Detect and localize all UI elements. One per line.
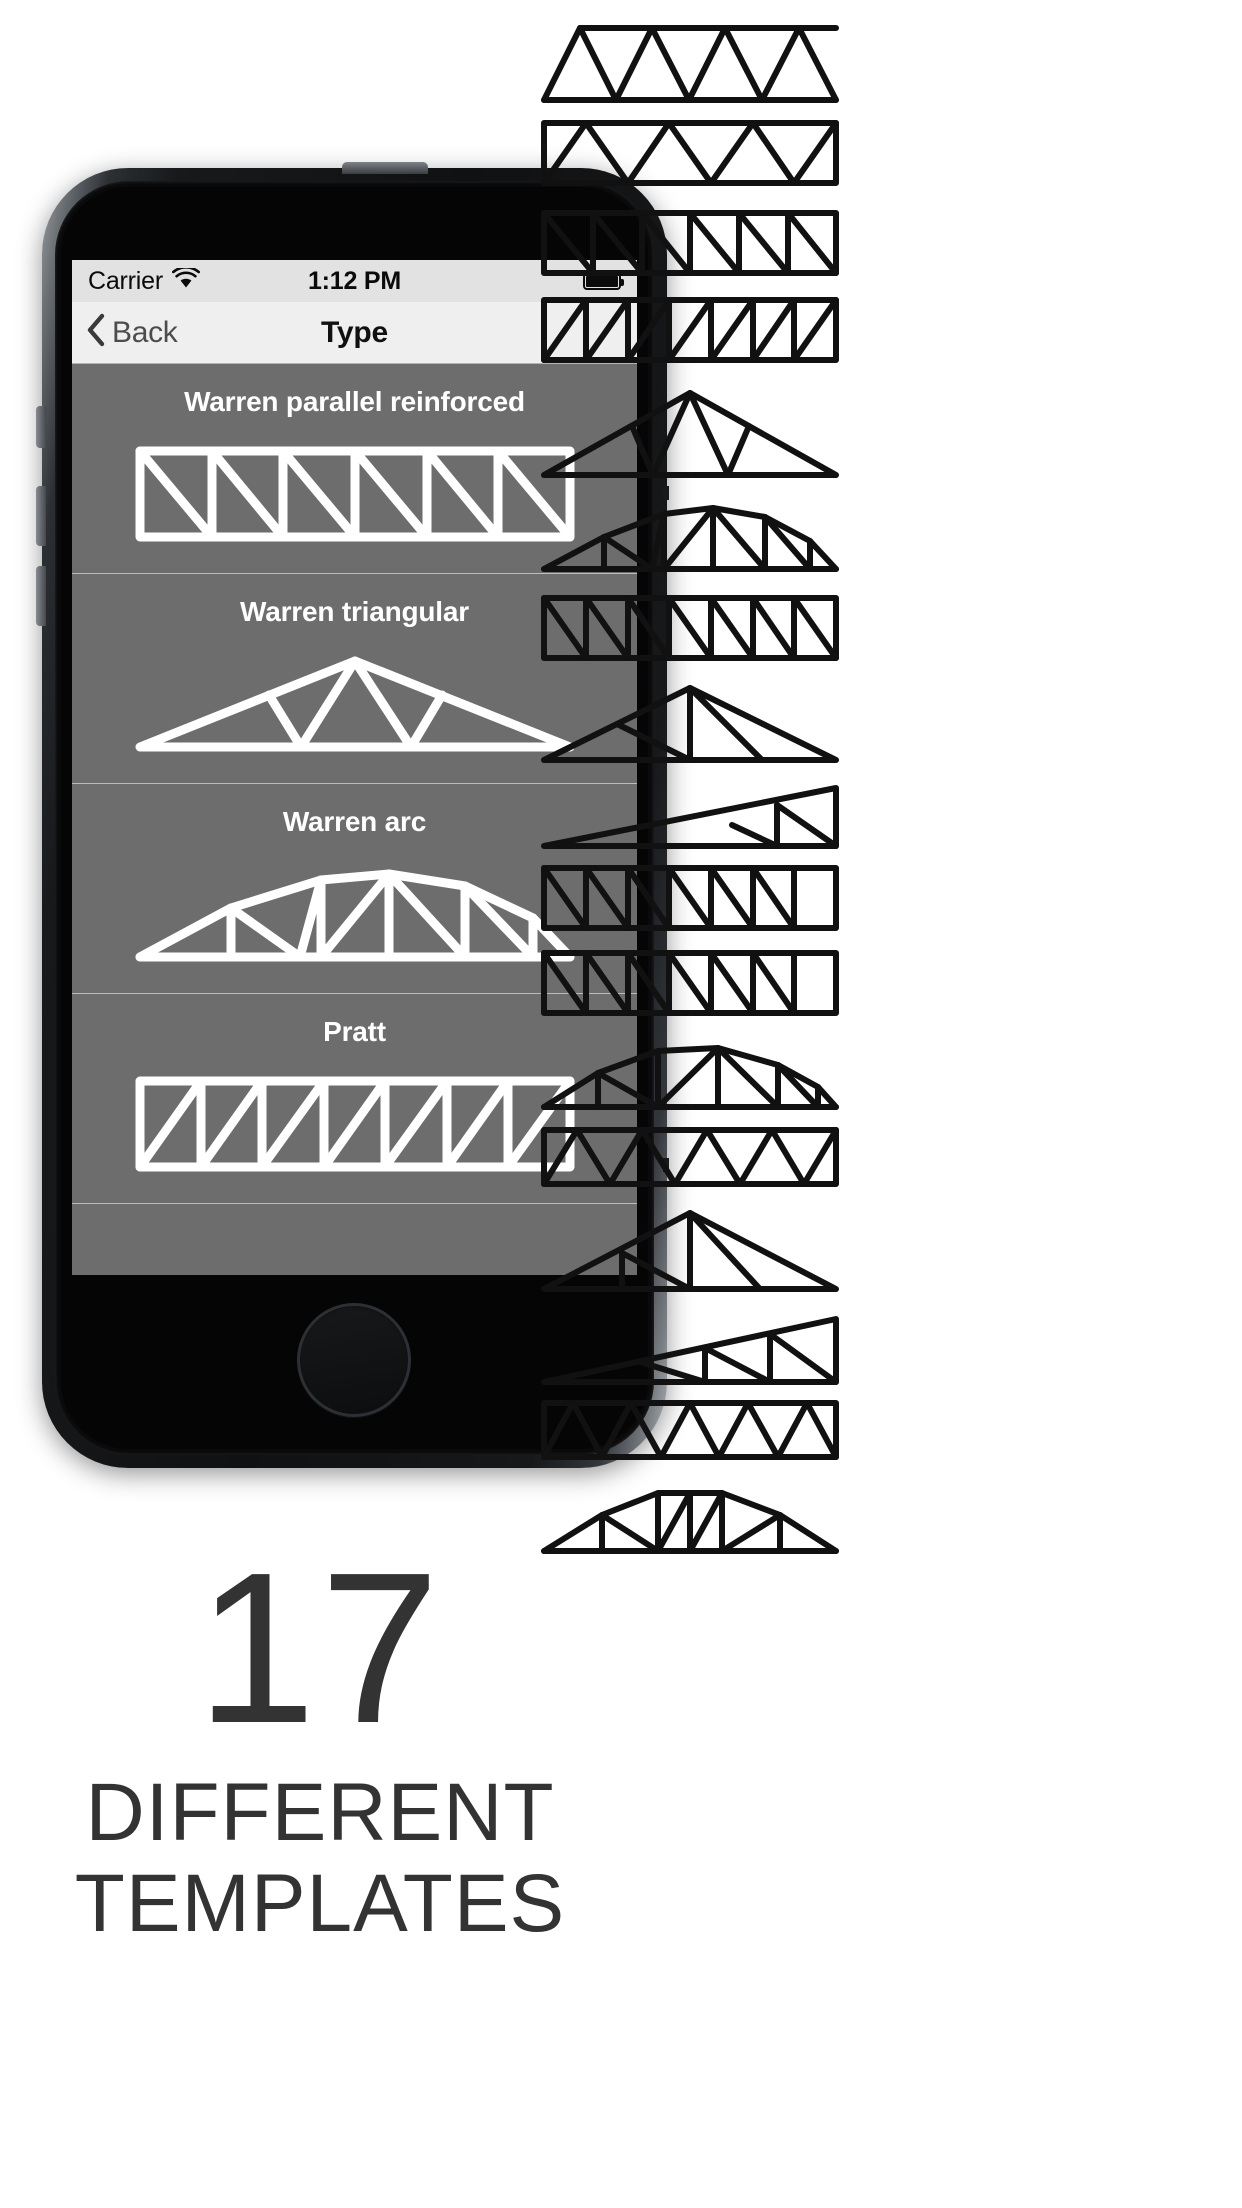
wifi-icon [172,266,200,294]
gallery-truss-10 [540,864,840,932]
truss-template-gallery [540,24,850,2184]
gallery-truss-17 [540,1479,840,1555]
gallery-truss-3 [540,209,840,277]
gallery-truss-1 [540,24,840,104]
carrier-label: Carrier [88,266,163,295]
gallery-truss-5 [540,389,840,479]
home-button[interactable] [297,1303,411,1417]
volume-up-button[interactable] [36,486,46,546]
chevron-left-icon [86,313,106,352]
gallery-truss-11 [540,949,840,1017]
gallery-truss-2 [540,119,840,187]
power-button[interactable] [342,162,428,174]
status-bar-left: Carrier [88,266,200,296]
volume-down-button[interactable] [36,566,46,626]
gallery-truss-7 [540,594,840,662]
gallery-truss-15 [540,1314,840,1386]
gallery-truss-9 [540,782,840,850]
gallery-truss-16 [540,1399,840,1461]
back-button-label: Back [112,315,178,349]
gallery-truss-13 [540,1126,840,1188]
gallery-truss-8 [540,684,840,764]
gallery-truss-14 [540,1209,840,1293]
gallery-truss-12 [540,1039,840,1111]
gallery-truss-4 [540,296,840,364]
back-button[interactable]: Back [86,313,178,352]
silent-switch[interactable] [36,406,46,448]
gallery-truss-6 [540,501,840,573]
